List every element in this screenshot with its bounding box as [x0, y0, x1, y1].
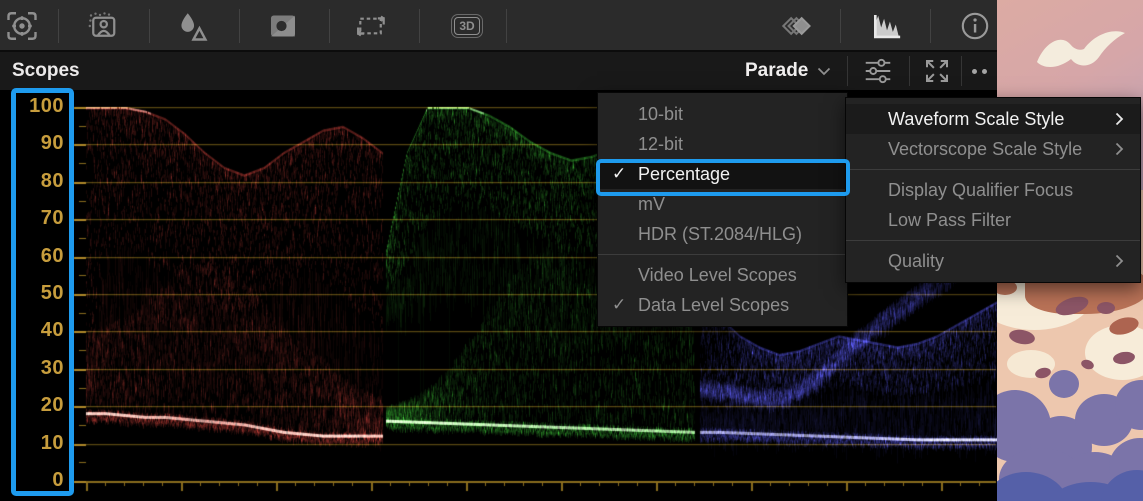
color-warper-button[interactable] [171, 6, 215, 46]
scale-tick-label: 50 [40, 282, 64, 304]
scopes-button[interactable] [865, 6, 909, 46]
menu-item-10bit[interactable]: 10-bit [598, 99, 847, 129]
menu-item-data-level-scopes[interactable]: ✓ Data Level Scopes [598, 290, 847, 320]
submenu-item-vectorscope-scale-style[interactable]: Vectorscope Scale Style [846, 134, 1140, 164]
panel-title: Scopes [12, 60, 80, 81]
keyframes-icon [781, 16, 811, 36]
chevron-right-icon [1115, 142, 1124, 156]
tracker-button[interactable] [0, 6, 44, 46]
scopes-panel-header: Scopes Parade [0, 52, 997, 90]
magic-mask-icon [88, 12, 116, 37]
qualifier-icon [271, 15, 295, 37]
chevron-right-icon [1115, 254, 1124, 268]
stereo-3d-button[interactable]: 3D [445, 6, 489, 46]
menu-separator [598, 254, 847, 255]
expand-panel-button[interactable] [915, 55, 959, 87]
menu-item-hdr[interactable]: HDR (ST.2084/HLG) [598, 219, 847, 249]
check-icon: ✓ [612, 295, 627, 314]
keyframes-button[interactable] [775, 6, 819, 46]
color-warper-icon [181, 13, 208, 41]
expand-icon [926, 60, 948, 82]
check-icon: ✓ [612, 164, 627, 183]
magic-mask-button[interactable] [81, 6, 125, 46]
scope-mode-value: Parade [745, 60, 809, 81]
chevron-down-icon [818, 67, 831, 75]
sizing-button[interactable] [350, 6, 394, 46]
scope-options-submenu: Waveform Scale Style Vectorscope Scale S… [845, 97, 1141, 283]
menu-separator [846, 169, 1140, 170]
scale-tick-label: 80 [40, 169, 64, 192]
color-page-toolbar: 3D [0, 0, 997, 52]
info-button[interactable] [953, 6, 997, 46]
info-icon [961, 12, 989, 40]
sizing-icon [357, 15, 385, 37]
sliders-icon [865, 58, 891, 84]
davinci-resolve-scopes-window: 3D Scopes Parade 100 90 80 70 60 50 40 3… [0, 0, 1143, 501]
scale-tick-label: 60 [40, 244, 64, 267]
submenu-item-waveform-scale-style[interactable]: Waveform Scale Style [846, 104, 1140, 134]
submenu-item-quality[interactable]: Quality [846, 246, 1140, 276]
seagull-icon [1037, 31, 1125, 68]
scale-tick-label: 20 [40, 394, 64, 417]
scope-scale-menu: 10-bit 12-bit ✓ Percentage mV HDR (ST.20… [597, 92, 848, 327]
scope-settings-button[interactable] [856, 55, 900, 87]
scale-tick-label: 70 [40, 207, 64, 230]
scale-tick-label: 10 [40, 431, 64, 454]
scale-tick-label: 0 [52, 469, 64, 491]
more-options-button[interactable] [962, 55, 996, 87]
stereo-3d-icon: 3D [454, 17, 480, 35]
qualifier-button[interactable] [261, 6, 305, 46]
ellipsis-icon [971, 68, 987, 74]
scale-tick-label: 30 [40, 356, 64, 379]
menu-separator [846, 240, 1140, 241]
submenu-item-low-pass-filter[interactable]: Low Pass Filter [846, 205, 1140, 235]
menu-item-12bit[interactable]: 12-bit [598, 129, 847, 159]
tracker-icon [7, 12, 37, 40]
scope-mode-dropdown[interactable]: Parade [745, 60, 831, 82]
chevron-right-icon [1115, 112, 1124, 126]
scale-tick-label: 40 [40, 319, 64, 342]
menu-item-video-level-scopes[interactable]: Video Level Scopes [598, 260, 847, 290]
menu-item-mv[interactable]: mV [598, 189, 847, 219]
scale-tick-label: 100 [29, 95, 64, 117]
scale-tick-label: 90 [40, 132, 64, 155]
submenu-item-display-qualifier-focus[interactable]: Display Qualifier Focus [846, 175, 1140, 205]
scopes-icon [873, 15, 901, 39]
menu-item-percentage[interactable]: ✓ Percentage [598, 159, 847, 189]
